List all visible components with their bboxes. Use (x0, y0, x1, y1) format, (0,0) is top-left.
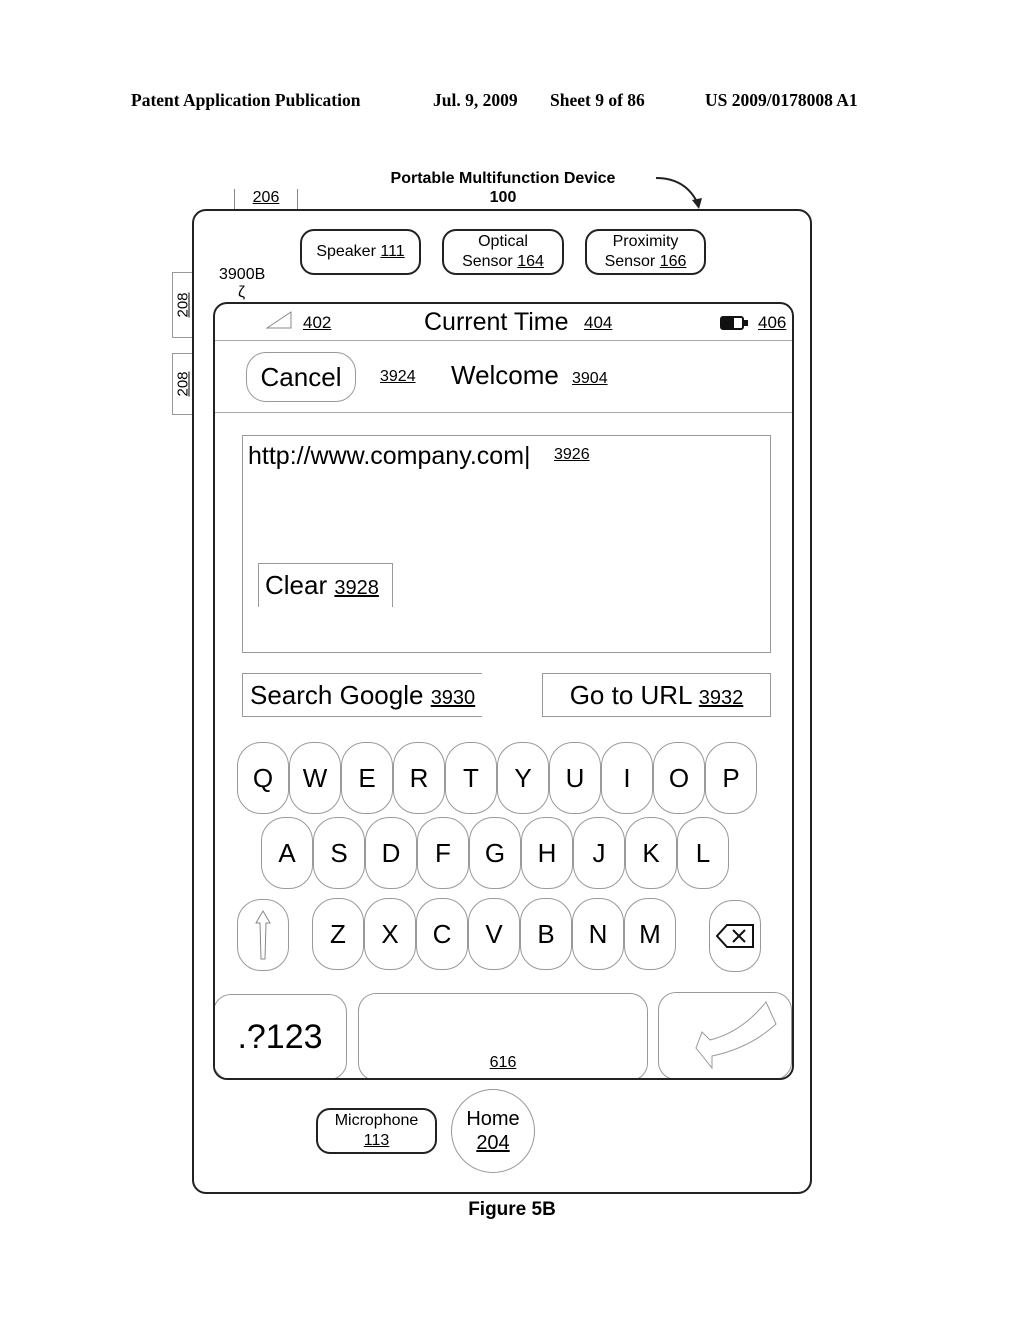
device-title-text: Portable Multifunction Device (390, 170, 616, 187)
device-ref: 100 (489, 189, 517, 206)
space-bar[interactable]: 616 (358, 993, 648, 1078)
go-to-url-label: Go to URL (569, 680, 692, 710)
side-button-label: 208 (174, 371, 191, 397)
search-google-ref: 3930 (430, 687, 476, 709)
optical-sensor: Optical Sensor 164 (442, 229, 564, 275)
microphone-ref: 113 (363, 1132, 390, 1149)
side-button-208-upper[interactable]: 208 (172, 272, 192, 338)
figure-caption: Figure 5B (468, 1199, 556, 1220)
status-bar: 402 Current Time 404 406 (215, 304, 792, 341)
key-f[interactable]: F (417, 817, 469, 889)
ref-206-text: 206 (252, 189, 280, 206)
ref-206: 206 (234, 189, 298, 209)
key-b[interactable]: B (520, 898, 572, 970)
search-google-label: Search Google (250, 680, 424, 710)
screen-ref: 3900B (219, 266, 266, 283)
key-p[interactable]: P (705, 742, 757, 814)
cancel-ref: 3924 (380, 368, 416, 385)
nav-title-ref: 3904 (572, 370, 608, 387)
device-title: Portable Multifunction Device 100 (350, 169, 656, 207)
key-a[interactable]: A (261, 817, 313, 889)
microphone: Microphone 113 (316, 1108, 437, 1154)
backspace-icon (715, 924, 754, 948)
clear-button[interactable]: Clear 3928 (258, 563, 393, 607)
header-patent-number: US 2009/0178008 A1 (705, 90, 858, 110)
key-n[interactable]: N (572, 898, 624, 970)
key-d[interactable]: D (365, 817, 417, 889)
optical-sensor-ref: 164 (517, 253, 544, 270)
key-o[interactable]: O (653, 742, 705, 814)
touch-screen: 402 Current Time 404 406 Cancel 3924 Wel… (213, 302, 794, 1080)
return-arrow-icon (695, 1001, 777, 1070)
home-label: Home (466, 1108, 520, 1130)
current-time: Current Time (424, 308, 569, 336)
time-ref: 404 (584, 313, 613, 332)
go-to-url-ref: 3932 (698, 687, 744, 709)
shift-arrow-icon (255, 910, 271, 960)
numbers-key[interactable]: .?123 (215, 994, 347, 1078)
proximity-sensor-label: Proximity (612, 233, 679, 250)
optical-sensor-label: Optical (478, 233, 528, 250)
key-y[interactable]: Y (497, 742, 549, 814)
key-e[interactable]: E (341, 742, 393, 814)
key-r[interactable]: R (393, 742, 445, 814)
url-ref: 3926 (554, 446, 590, 463)
key-t[interactable]: T (445, 742, 497, 814)
clear-ref: 3928 (334, 577, 379, 599)
key-l[interactable]: L (677, 817, 729, 889)
speaker: Speaker 111 (300, 229, 421, 275)
shift-key[interactable] (237, 899, 289, 971)
signal-icon (265, 311, 292, 329)
key-g[interactable]: G (469, 817, 521, 889)
speaker-label: Speaker (316, 243, 376, 260)
key-i[interactable]: I (601, 742, 653, 814)
key-w[interactable]: W (289, 742, 341, 814)
search-google-button[interactable]: Search Google 3930 (242, 673, 482, 717)
battery-icon (720, 316, 748, 330)
squiggle-leader: ζ (238, 284, 246, 301)
cancel-button[interactable]: Cancel (246, 352, 356, 402)
header-publication: Patent Application Publication (131, 90, 361, 110)
side-button-label: 208 (174, 292, 191, 318)
key-s[interactable]: S (313, 817, 365, 889)
key-z[interactable]: Z (312, 898, 364, 970)
proximity-sensor-ref: 166 (659, 253, 687, 270)
speaker-ref: 111 (380, 243, 405, 260)
key-u[interactable]: U (549, 742, 601, 814)
proximity-sensor-label2: Sensor (604, 253, 656, 270)
space-bar-ref: 616 (489, 1054, 517, 1071)
header-sheet: Sheet 9 of 86 (550, 90, 645, 110)
key-h[interactable]: H (521, 817, 573, 889)
proximity-sensor: Proximity Sensor 166 (585, 229, 706, 275)
url-input[interactable]: http://www.company.com| 3926 Clear 3928 (242, 435, 771, 653)
pointer-arrow-icon (655, 177, 702, 209)
key-x[interactable]: X (364, 898, 416, 970)
home-button[interactable]: Home 204 (451, 1089, 535, 1173)
key-c[interactable]: C (416, 898, 468, 970)
key-q[interactable]: Q (237, 742, 289, 814)
key-j[interactable]: J (573, 817, 625, 889)
clear-label: Clear (265, 570, 328, 600)
key-v[interactable]: V (468, 898, 520, 970)
go-to-url-button[interactable]: Go to URL 3932 (542, 673, 771, 717)
battery-ref: 406 (758, 313, 787, 332)
header-date: Jul. 9, 2009 (433, 90, 518, 110)
nav-title: Welcome (451, 360, 559, 390)
key-k[interactable]: K (625, 817, 677, 889)
url-value: http://www.company.com| (248, 442, 531, 470)
microphone-label: Microphone (334, 1112, 419, 1129)
backspace-key[interactable] (709, 900, 761, 972)
nav-bar: Cancel 3924 Welcome 3904 (215, 340, 792, 413)
side-button-208-lower[interactable]: 208 (172, 353, 192, 415)
key-m[interactable]: M (624, 898, 676, 970)
optical-sensor-label2: Sensor (462, 253, 513, 270)
home-ref: 204 (476, 1132, 510, 1154)
return-key[interactable] (658, 992, 792, 1078)
signal-ref: 402 (303, 313, 332, 332)
